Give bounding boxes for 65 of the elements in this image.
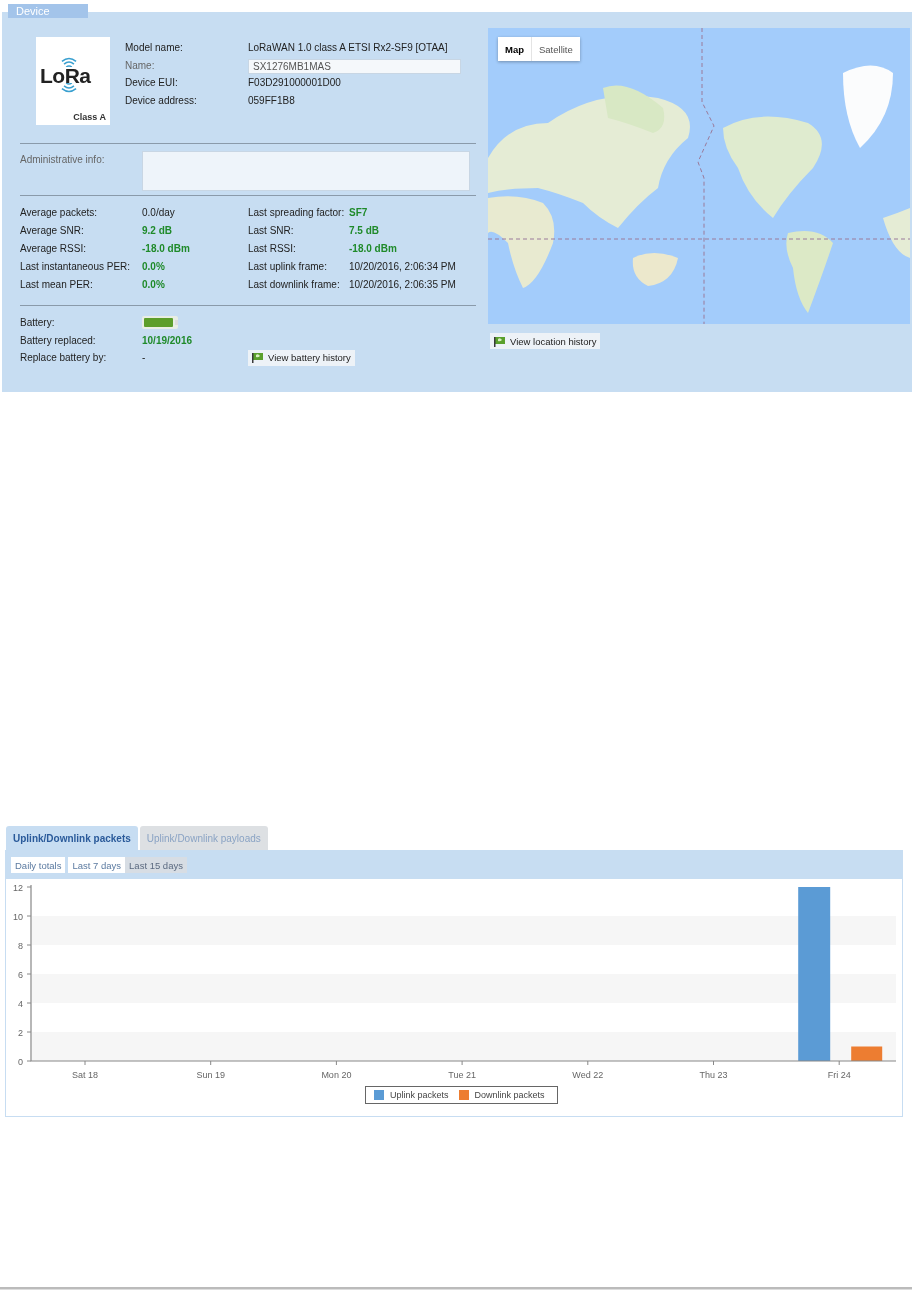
x-tick-label: Wed 22 [572,1070,604,1080]
field-label: Device EUI: [125,77,179,89]
stat-label: Last instantaneous PER: [20,260,132,272]
location-history-button[interactable]: View location history [490,333,601,349]
name-field[interactable]: SX1276MB1MAS [248,58,461,74]
stat-value: 10/20/2016, 2:06:34 PM [349,260,457,272]
stat-label: Last spreading factor: [248,207,346,219]
stat-label: Last mean PER: [20,278,94,290]
y-tick-label: 4 [18,998,23,1009]
y-tick-label: 6 [18,969,23,980]
stat-value: SF7 [349,207,369,219]
stat-value: 0.0% [142,278,166,290]
y-tick-label: 8 [18,940,23,951]
stat-value: 10/20/2016, 2:06:35 PM [349,278,457,290]
field-value: F03D291000001D00 [248,77,342,89]
flag-icon [252,352,264,364]
stat-label: Average RSSI: [20,243,87,254]
battery-icon [142,316,178,330]
stat-label: Last RSSI: [248,243,297,254]
flag-icon [494,335,506,347]
stat-label: Average packets: [20,207,99,219]
stat-value: 9.2 dB [142,225,173,237]
class-label: Class A [73,112,106,122]
field-value: 10/19/2016 [142,334,194,346]
field-value: LoRaWAN 1.0 class A ETSI Rx2-SF9 [OTAA] [248,42,449,54]
stat-value: 7.5 dB [349,225,380,237]
map-type-button[interactable]: Map [498,37,532,61]
stat-value: 0.0% [142,260,166,272]
range-button[interactable]: Daily totals [11,857,66,873]
field-label: Administrative info: [20,154,106,165]
y-tick-label: 0 [18,1056,23,1067]
range-button[interactable]: Last 15 days [125,857,187,873]
x-tick-label: Tue 21 [448,1070,476,1080]
stat-value: -18.0 dBm [142,243,191,254]
logo-text: LoRa [40,68,91,83]
admin-info-field[interactable] [142,151,470,191]
legend-label: Downlink packets [474,1090,545,1100]
stat-label: Last SNR: [248,225,295,237]
legend-label: Uplink packets [390,1090,449,1100]
y-tick-label: 10 [13,911,23,922]
chart-tab[interactable]: Uplink/Downlink packets [6,826,138,850]
stat-label: Last downlink frame: [248,278,341,290]
x-tick-label: Sat 18 [72,1070,98,1080]
battery-history-button[interactable]: View battery history [248,349,355,366]
panel-title: Device [8,4,88,18]
stat-label: Last uplink frame: [248,260,328,272]
stat-value: -18.0 dBm [349,243,398,254]
map-type-button[interactable]: Satellite [532,37,580,61]
x-tick-label: Sun 19 [196,1070,225,1080]
y-tick-label: 2 [18,1027,23,1038]
field-label: Device address: [125,94,198,106]
field-label: Battery: [20,317,56,329]
x-tick-label: Fri 24 [827,1070,851,1080]
field-label: Replace battery by: [20,352,108,364]
field-label: Name: [125,59,156,71]
field-value: - [142,352,147,364]
field-label: Battery replaced: [20,334,97,346]
range-button[interactable]: Last 7 days [68,857,126,873]
y-tick-label: 12 [13,882,23,893]
x-tick-label: Mon 20 [321,1070,352,1080]
x-tick-label: Thu 23 [699,1070,728,1080]
stat-label: Average SNR: [20,225,85,237]
stat-value: 0.0/day [142,207,176,219]
field-label: Model name: [125,42,184,54]
field-value: 059FF1B8 [248,94,296,106]
